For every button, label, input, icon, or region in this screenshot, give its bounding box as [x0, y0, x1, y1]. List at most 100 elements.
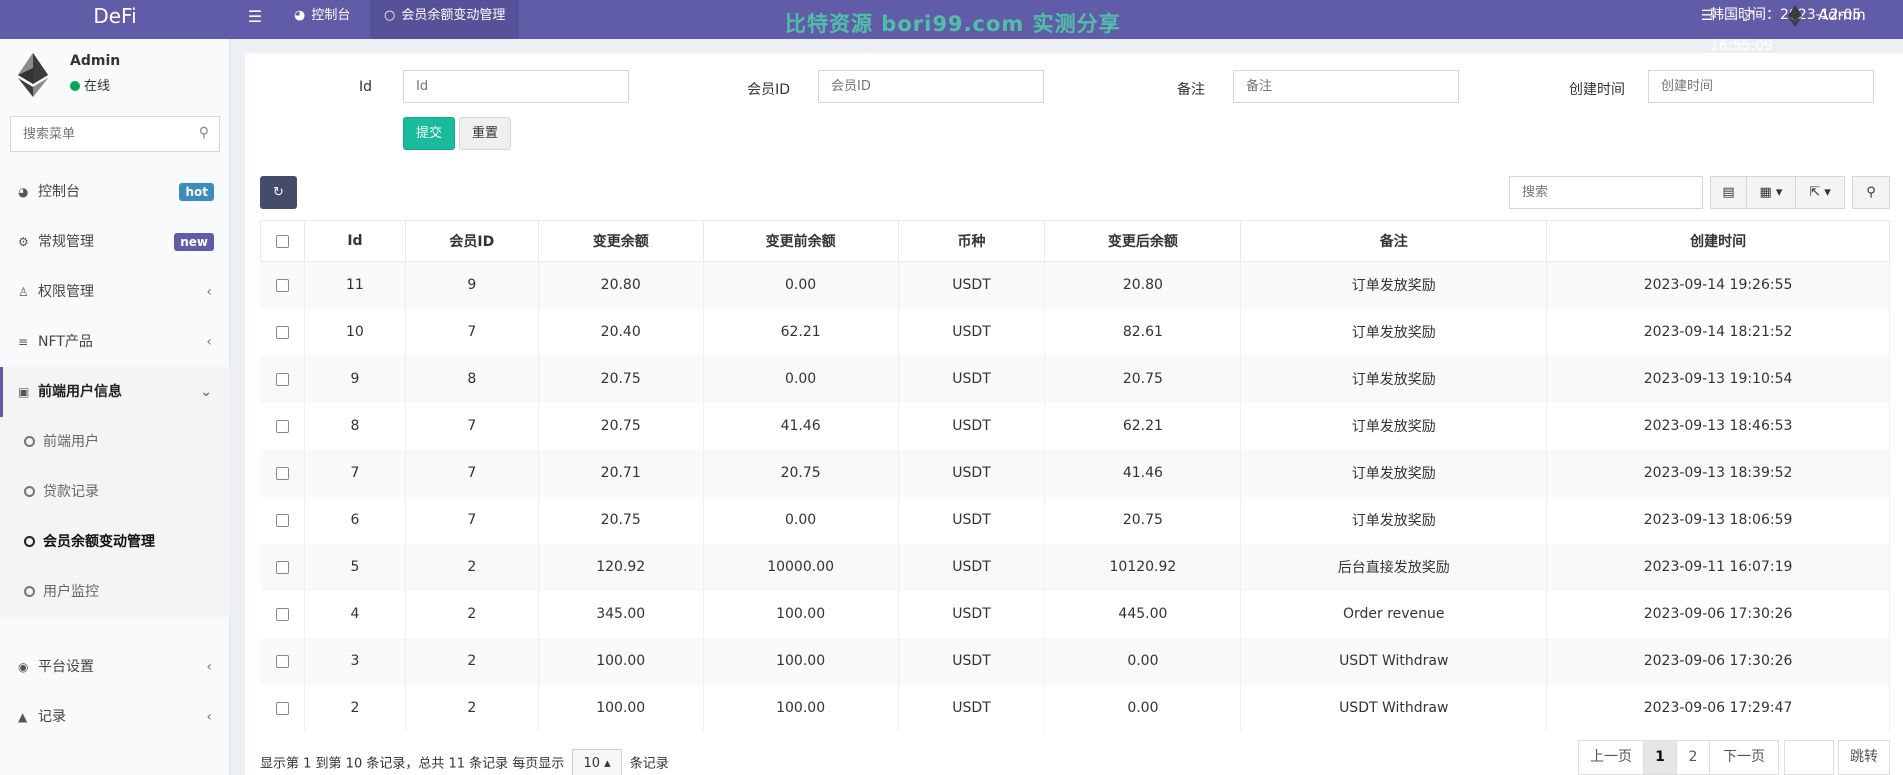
- admin-menu[interactable]: Admin: [1788, 0, 1866, 31]
- table-row[interactable]: 7 7 20.71 20.75 USDT 41.46 订单发放奖励 2023-09-13 18…: [260, 449, 1890, 497]
- jump-page-input[interactable]: [1784, 740, 1834, 775]
- toggle-view-button[interactable]: ▤: [1710, 176, 1747, 209]
- select-all-cell: [260, 220, 305, 262]
- page-1-button[interactable]: 1: [1643, 740, 1677, 775]
- row-checkbox[interactable]: [275, 513, 289, 527]
- col-header[interactable]: 备注: [1240, 220, 1548, 262]
- sidebar: Admin 在线 ⚲ ◕ 控制台 hot ⚙ 常规管理 new ♙ 权限管理 ‹ ≡ N…: [0, 39, 230, 775]
- row-checkbox[interactable]: [275, 278, 289, 292]
- row-checkbox[interactable]: [275, 419, 289, 433]
- reset-button[interactable]: 重置: [459, 117, 511, 150]
- next-page-button[interactable]: 下一页: [1709, 740, 1779, 775]
- col-header[interactable]: Id: [303, 220, 406, 262]
- sidebar-item-platform-settings[interactable]: ◉ 平台设置 ‹: [0, 642, 230, 692]
- col-header[interactable]: 币种: [897, 220, 1046, 262]
- sidebar-subitem-label: 会员余额变动管理: [43, 534, 155, 550]
- table-row[interactable]: 9 8 20.75 0.00 USDT 20.75 订单发放奖励 2023-09-13 19:…: [260, 355, 1890, 403]
- jump-button[interactable]: 跳转: [1838, 740, 1890, 775]
- table-cell: USDT: [898, 308, 1046, 356]
- sidebar-item-records[interactable]: ▲ 记录 ‹: [0, 692, 230, 742]
- advanced-search-button[interactable]: ⚲: [1852, 176, 1890, 209]
- col-header[interactable]: 会员ID: [404, 220, 539, 262]
- table-cell: 2: [304, 684, 406, 732]
- submit-button[interactable]: 提交: [403, 117, 455, 150]
- refresh-icon: ↻: [273, 185, 284, 200]
- sidebar-item-nft[interactable]: ≡ NFT产品 ‹: [0, 317, 230, 367]
- table-search-input[interactable]: [1509, 176, 1703, 209]
- table-cell: USDT: [898, 590, 1046, 638]
- table-cell: 订单发放奖励: [1240, 261, 1548, 309]
- table-cell: 9: [304, 355, 406, 403]
- table-cell: 7: [304, 449, 406, 497]
- table-row[interactable]: 2 2 100.00 100.00 USDT 0.00 USDT Withdraw 2023-…: [260, 684, 1890, 732]
- chevron-left-icon: ‹: [206, 659, 212, 675]
- row-select-cell: [260, 637, 305, 685]
- export-button[interactable]: ⇱ ▾: [1795, 176, 1845, 209]
- columns-button[interactable]: ▦ ▾: [1746, 176, 1796, 209]
- table-cell: USDT Withdraw: [1240, 637, 1548, 685]
- tab-dashboard-label: 控制台: [311, 8, 351, 23]
- row-select-cell: [260, 684, 305, 732]
- circle-icon: [24, 586, 35, 597]
- page-size-select[interactable]: 10 ▴: [572, 749, 622, 775]
- menu-toggle-icon[interactable]: ☰: [244, 6, 266, 28]
- col-header[interactable]: 创建时间: [1546, 220, 1890, 262]
- col-header[interactable]: 变更后余额: [1044, 220, 1242, 262]
- table-cell: 0.00: [703, 355, 899, 403]
- row-checkbox[interactable]: [275, 701, 289, 715]
- chevron-left-icon: ‹: [206, 709, 212, 725]
- refresh-button[interactable]: ↻: [260, 176, 297, 209]
- app-logo[interactable]: DeFi: [0, 0, 230, 39]
- tab-dashboard[interactable]: ◕ 控制台: [280, 0, 364, 39]
- table-cell: 41.46: [703, 402, 899, 450]
- page-size-value: 10: [583, 756, 600, 771]
- table-cell: 2023-09-13 18:46:53: [1546, 402, 1890, 450]
- table-cell: 445.00: [1044, 590, 1242, 638]
- row-checkbox[interactable]: [275, 372, 289, 386]
- sidebar-subitem-balance-change[interactable]: 会员余额变动管理: [0, 517, 230, 567]
- row-checkbox[interactable]: [275, 654, 289, 668]
- sidebar-item-dashboard[interactable]: ◕ 控制台 hot: [0, 167, 230, 217]
- table-row[interactable]: 4 2 345.00 100.00 USDT 445.00 Order revenue 202…: [260, 590, 1890, 638]
- row-checkbox[interactable]: [275, 607, 289, 621]
- row-checkbox[interactable]: [275, 560, 289, 574]
- table-cell: 7: [405, 496, 539, 544]
- tab-balance-change[interactable]: ○ 会员余额变动管理: [370, 0, 520, 39]
- filter-member-id-input[interactable]: [818, 70, 1044, 103]
- filter-remark-input[interactable]: [1233, 70, 1459, 103]
- sidebar-item-general[interactable]: ⚙ 常规管理 new: [0, 217, 230, 267]
- table-cell: USDT: [898, 261, 1046, 309]
- table-row[interactable]: 6 7 20.75 0.00 USDT 20.75 订单发放奖励 2023-09-13 18:…: [260, 496, 1890, 544]
- menu-search-input[interactable]: [11, 117, 191, 151]
- table-body: 11 9 20.80 0.00 USDT 20.80 订单发放奖励 2023-09-14 19…: [260, 261, 1890, 732]
- filter-id-input[interactable]: [403, 70, 629, 103]
- row-checkbox[interactable]: [275, 466, 289, 480]
- table-row[interactable]: 11 9 20.80 0.00 USDT 20.80 订单发放奖励 2023-09-14 19…: [260, 261, 1890, 309]
- sidebar-subitem-user-monitor[interactable]: 用户监控: [0, 567, 230, 617]
- search-icon[interactable]: ⚲: [199, 125, 209, 141]
- row-checkbox[interactable]: [275, 325, 289, 339]
- prev-page-button[interactable]: 上一页: [1578, 740, 1644, 775]
- language-icon[interactable]: ☰: [1697, 6, 1717, 26]
- table-cell: 订单发放奖励: [1240, 402, 1548, 450]
- table-row[interactable]: 5 2 120.92 10000.00 USDT 10120.92 后台直接发放奖励 2023…: [260, 543, 1890, 591]
- table-cell: 20.75: [703, 449, 899, 497]
- sidebar-item-frontend-users[interactable]: ▣ 前端用户信息 ⌄: [0, 367, 230, 417]
- sidebar-subitem-frontend-user[interactable]: 前端用户: [0, 417, 230, 467]
- table-cell: 0.00: [703, 261, 899, 309]
- col-header[interactable]: 变更前余额: [702, 220, 899, 262]
- fullscreen-icon[interactable]: ⤢: [1738, 6, 1758, 26]
- sidebar-item-permissions[interactable]: ♙ 权限管理 ‹: [0, 267, 230, 317]
- select-all-checkbox[interactable]: [275, 234, 289, 248]
- table-row[interactable]: 3 2 100.00 100.00 USDT 0.00 USDT Withdraw 2023-…: [260, 637, 1890, 685]
- filter-created-input[interactable]: [1648, 70, 1874, 103]
- sidebar-subitem-loans[interactable]: 贷款记录: [0, 467, 230, 517]
- table-row[interactable]: 10 7 20.40 62.21 USDT 82.61 订单发放奖励 2023-09-14 1…: [260, 308, 1890, 356]
- sidebar-item-label: 常规管理: [38, 234, 94, 250]
- table-cell: Order revenue: [1240, 590, 1548, 638]
- table-cell: 2: [405, 637, 539, 685]
- table-cell: 20.75: [1044, 496, 1242, 544]
- table-row[interactable]: 8 7 20.75 41.46 USDT 62.21 订单发放奖励 2023-09-13 18…: [260, 402, 1890, 450]
- col-header[interactable]: 变更余额: [537, 220, 704, 262]
- page-2-button[interactable]: 2: [1676, 740, 1710, 775]
